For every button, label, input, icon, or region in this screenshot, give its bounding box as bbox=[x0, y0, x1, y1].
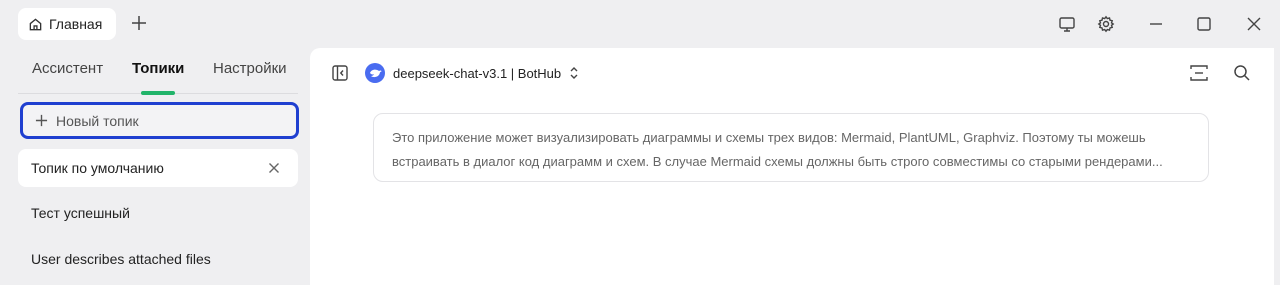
prompt-line: встраивать в диалог код диаграмм и схем.… bbox=[392, 154, 1163, 169]
deepseek-logo-icon bbox=[365, 63, 385, 83]
model-label: deepseek-chat-v3.1 | BotHub bbox=[393, 65, 562, 81]
tab-home[interactable]: Главная bbox=[18, 8, 116, 40]
sidebar-tabs: Ассистент Топики Настройки bbox=[18, 48, 298, 94]
title-bar: Главная bbox=[0, 0, 1280, 48]
close-icon[interactable] bbox=[1244, 14, 1264, 34]
search-icon[interactable] bbox=[1232, 63, 1252, 83]
topic-item-default[interactable]: Топик по умолчанию bbox=[18, 149, 298, 187]
topic-item-attached-files[interactable]: User describes attached files bbox=[18, 240, 298, 278]
tab-topics[interactable]: Топики bbox=[132, 60, 184, 77]
home-icon bbox=[29, 17, 42, 30]
plus-icon bbox=[35, 114, 48, 127]
maximize-icon[interactable] bbox=[1194, 14, 1214, 34]
sidebar-toggle-icon[interactable] bbox=[330, 63, 350, 83]
chat-panel: deepseek-chat-v3.1 | BotHub Это приложен… bbox=[310, 48, 1274, 285]
new-topic-button[interactable]: Новый топик bbox=[20, 102, 299, 139]
topic-item-test[interactable]: Тест успешный bbox=[18, 194, 298, 232]
prompt-line: Это приложение может визуализировать диа… bbox=[392, 130, 1146, 145]
topic-label: Топик по умолчанию bbox=[31, 160, 164, 176]
new-topic-label: Новый топик bbox=[56, 112, 139, 129]
tab-home-label: Главная bbox=[49, 16, 103, 32]
chevron-updown-icon bbox=[570, 67, 578, 79]
system-prompt-card[interactable]: Это приложение может визуализировать диа… bbox=[373, 113, 1209, 182]
monitor-icon[interactable] bbox=[1057, 14, 1077, 34]
expand-icon[interactable] bbox=[1188, 63, 1210, 83]
plus-icon[interactable] bbox=[130, 14, 148, 32]
minimize-icon[interactable] bbox=[1146, 14, 1166, 34]
model-selector[interactable]: deepseek-chat-v3.1 | BotHub bbox=[365, 62, 579, 84]
topic-label: Тест успешный bbox=[31, 205, 130, 221]
sidebar: Ассистент Топики Настройки Новый топик Т… bbox=[0, 48, 310, 285]
tab-settings[interactable]: Настройки bbox=[213, 60, 287, 77]
close-icon[interactable] bbox=[268, 162, 280, 174]
tab-assistant[interactable]: Ассистент bbox=[32, 60, 103, 77]
topic-label: User describes attached files bbox=[31, 251, 211, 267]
gear-icon[interactable] bbox=[1096, 14, 1116, 34]
active-tab-indicator bbox=[141, 91, 175, 95]
